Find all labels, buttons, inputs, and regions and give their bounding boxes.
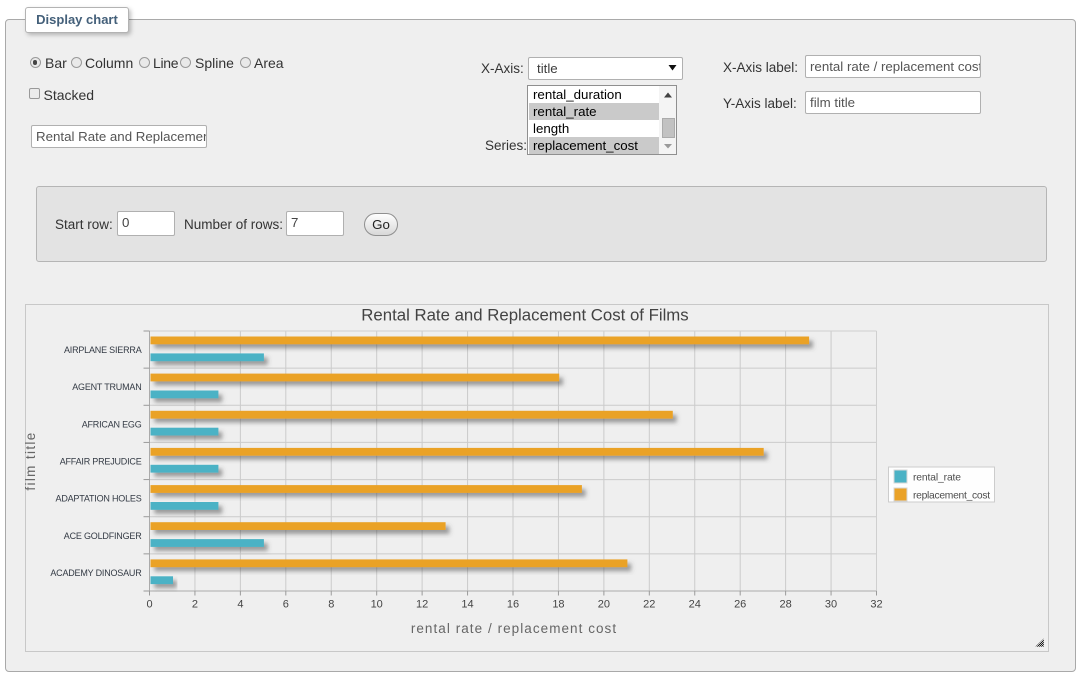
svg-text:28: 28 [779,599,791,611]
svg-text:16: 16 [507,599,519,611]
svg-text:4: 4 [237,599,243,611]
svg-text:22: 22 [643,599,655,611]
svg-text:film title: film title [25,431,38,490]
svg-text:26: 26 [734,599,746,611]
svg-text:AGENT TRUMAN: AGENT TRUMAN [72,382,141,392]
svg-text:AIRPLANE SIERRA: AIRPLANE SIERRA [64,345,142,355]
svg-text:ADAPTATION HOLES: ADAPTATION HOLES [56,494,142,504]
svg-text:30: 30 [825,599,837,611]
svg-text:14: 14 [461,599,473,611]
svg-text:ACE GOLDFINGER: ACE GOLDFINGER [64,531,142,541]
svg-text:rental rate / replacement cost: rental rate / replacement cost [411,621,617,636]
svg-text:12: 12 [416,599,428,611]
svg-text:AFFAIR PREJUDICE: AFFAIR PREJUDICE [60,457,142,467]
svg-text:ACADEMY DINOSAUR: ACADEMY DINOSAUR [50,568,142,578]
svg-text:6: 6 [283,599,289,611]
svg-text:0: 0 [146,599,152,611]
svg-text:24: 24 [689,599,701,611]
svg-text:8: 8 [328,599,334,611]
svg-text:replacement_cost: replacement_cost [913,491,990,502]
svg-text:10: 10 [371,599,383,611]
svg-text:rental_rate: rental_rate [913,473,961,484]
svg-text:32: 32 [870,599,882,611]
svg-text:AFRICAN EGG: AFRICAN EGG [82,419,142,429]
svg-text:20: 20 [598,599,610,611]
svg-text:2: 2 [192,599,198,611]
svg-text:Rental Rate and Replacement Co: Rental Rate and Replacement Cost of Film… [361,306,688,325]
svg-text:18: 18 [552,599,564,611]
